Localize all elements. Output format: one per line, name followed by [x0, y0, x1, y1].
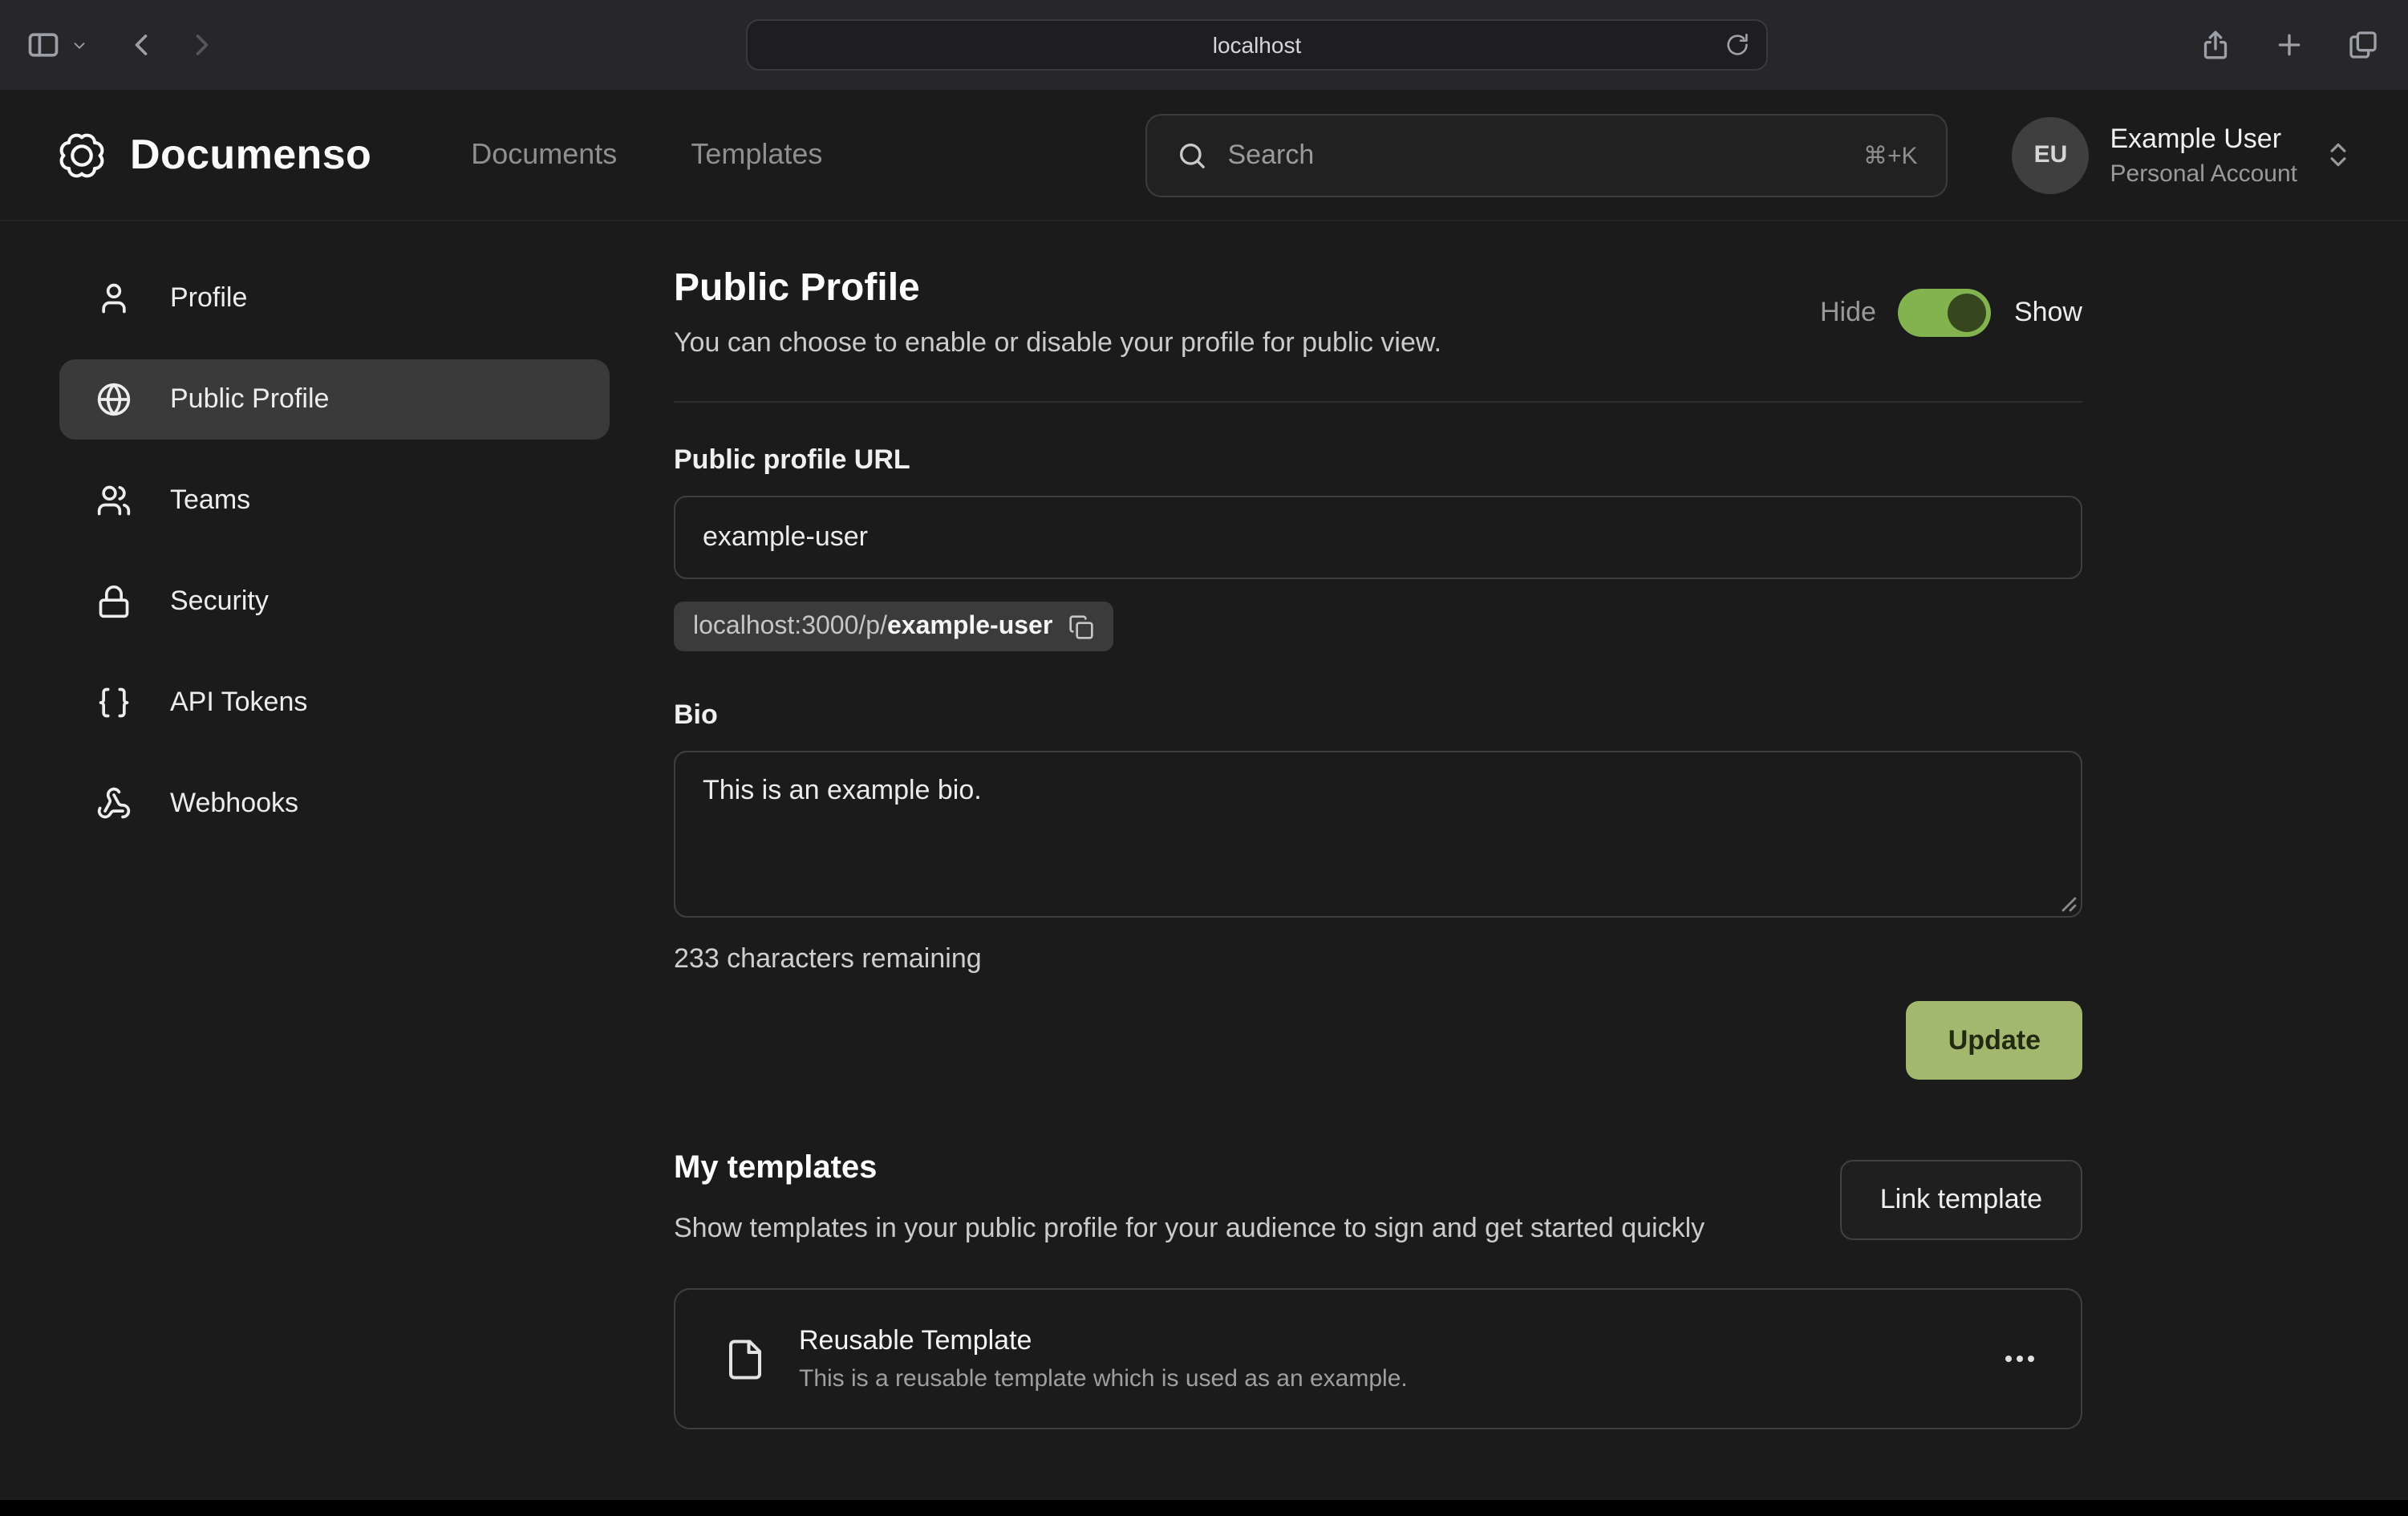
- profile-url-prefix: localhost:3000/p/: [693, 612, 887, 641]
- address-bar[interactable]: localhost: [746, 19, 1768, 71]
- sidebar-item-security[interactable]: Security: [59, 561, 610, 642]
- sidebar-item-label: Security: [170, 586, 269, 618]
- templates-header-text: My templates Show templates in your publ…: [674, 1150, 1705, 1250]
- brand-name: Documenso: [130, 130, 371, 180]
- user-meta: Example User Personal Account: [2110, 123, 2298, 187]
- update-row: Update: [674, 1001, 2082, 1080]
- file-icon: [724, 1337, 767, 1380]
- webhook-icon: [96, 786, 132, 821]
- bio-field-wrap: This is an example bio.: [674, 751, 2082, 918]
- sidebar-item-label: Public Profile: [170, 383, 329, 415]
- show-label: Show: [2014, 297, 2082, 329]
- documenso-logo-icon: [55, 128, 109, 182]
- search-box[interactable]: ⌘+K: [1146, 113, 1948, 197]
- braces-icon: [96, 685, 132, 720]
- profile-url-slug: example-user: [887, 612, 1052, 641]
- users-icon: [96, 483, 132, 518]
- browser-window-controls: [2199, 0, 2379, 90]
- page-head: Public Profile You can choose to enable …: [674, 266, 2082, 359]
- user-menu[interactable]: EU Example User Personal Account: [2013, 116, 2354, 193]
- sidebar-item-public-profile[interactable]: Public Profile: [59, 359, 610, 440]
- search-input[interactable]: [1228, 139, 1844, 171]
- user-icon: [96, 281, 132, 316]
- template-description: This is a reusable template which is use…: [799, 1365, 1408, 1392]
- sidebar-item-label: API Tokens: [170, 687, 307, 719]
- sidebar-item-label: Teams: [170, 484, 250, 517]
- browser-nav-controls: [0, 27, 220, 63]
- globe-icon: [96, 382, 132, 417]
- ellipsis-icon: [2001, 1340, 2039, 1378]
- template-meta: Reusable Template This is a reusable tem…: [799, 1325, 1408, 1392]
- bio-textarea[interactable]: This is an example bio.: [674, 751, 2082, 918]
- back-icon[interactable]: [124, 27, 159, 63]
- bio-label: Bio: [674, 699, 2082, 732]
- lock-icon: [96, 584, 132, 619]
- settings-layout: Profile Public Profile Teams Security: [0, 221, 2408, 1429]
- hide-label: Hide: [1820, 297, 1876, 329]
- new-tab-icon[interactable]: [2273, 29, 2305, 61]
- characters-remaining: 233 characters remaining: [674, 943, 2082, 975]
- profile-visibility-toggle[interactable]: [1899, 289, 1992, 337]
- sidebar-toggle-icon[interactable]: [26, 27, 61, 63]
- brand[interactable]: Documenso: [55, 128, 371, 182]
- sidebar-item-label: Webhooks: [170, 788, 298, 820]
- chevron-down-icon[interactable]: [71, 36, 88, 54]
- app-header: Documenso Documents Templates ⌘+K EU Exa…: [0, 90, 2408, 221]
- settings-content: Public Profile You can choose to enable …: [674, 258, 2082, 1429]
- sidebar-item-webhooks[interactable]: Webhooks: [59, 764, 610, 844]
- user-name: Example User: [2110, 123, 2298, 155]
- sidebar-item-label: Profile: [170, 282, 247, 314]
- sidebar-item-teams[interactable]: Teams: [59, 460, 610, 541]
- template-card[interactable]: Reusable Template This is a reusable tem…: [674, 1288, 2082, 1429]
- template-actions-button[interactable]: [2001, 1340, 2039, 1378]
- templates-subtitle: Show templates in your public profile fo…: [674, 1206, 1705, 1250]
- screen: localhost Documen: [0, 0, 2408, 1516]
- nav-templates[interactable]: Templates: [691, 138, 822, 172]
- templates-header: My templates Show templates in your publ…: [674, 1150, 2082, 1250]
- copy-icon[interactable]: [1068, 614, 1094, 639]
- screen-bottom-edge: [0, 1500, 2408, 1516]
- templates-title: My templates: [674, 1150, 1705, 1187]
- user-account-type: Personal Account: [2110, 160, 2298, 187]
- page-subtitle: You can choose to enable or disable your…: [674, 327, 1441, 359]
- page-title: Public Profile: [674, 266, 1441, 311]
- sidebar-item-profile[interactable]: Profile: [59, 258, 610, 338]
- address-bar-url: localhost: [1213, 32, 1302, 58]
- avatar: EU: [2013, 116, 2090, 193]
- resize-grip-icon[interactable]: [2058, 894, 2078, 913]
- update-button[interactable]: Update: [1907, 1001, 2082, 1080]
- chevrons-up-down-icon: [2323, 140, 2353, 170]
- nav-documents[interactable]: Documents: [471, 138, 617, 172]
- search-shortcut: ⌘+K: [1863, 140, 1918, 169]
- share-icon[interactable]: [2199, 29, 2232, 61]
- profile-url-preview[interactable]: localhost:3000/p/example-user: [674, 602, 1113, 651]
- section-divider: [674, 401, 2082, 403]
- refresh-icon[interactable]: [1725, 32, 1750, 58]
- link-template-button[interactable]: Link template: [1840, 1160, 2082, 1240]
- forward-icon[interactable]: [184, 27, 220, 63]
- main-nav: Documents Templates: [471, 138, 822, 172]
- tab-overview-icon[interactable]: [2347, 29, 2379, 61]
- page-head-text: Public Profile You can choose to enable …: [674, 266, 1441, 359]
- template-name: Reusable Template: [799, 1325, 1408, 1357]
- profile-url-input[interactable]: [674, 496, 2082, 579]
- settings-sidebar: Profile Public Profile Teams Security: [0, 258, 610, 1429]
- profile-url-label: Public profile URL: [674, 444, 2082, 476]
- search-icon: [1177, 139, 1209, 171]
- toggle-knob: [1948, 294, 1987, 332]
- visibility-toggle-group: Hide Show: [1820, 289, 2082, 337]
- browser-chrome: localhost: [0, 0, 2408, 90]
- sidebar-item-api-tokens[interactable]: API Tokens: [59, 663, 610, 743]
